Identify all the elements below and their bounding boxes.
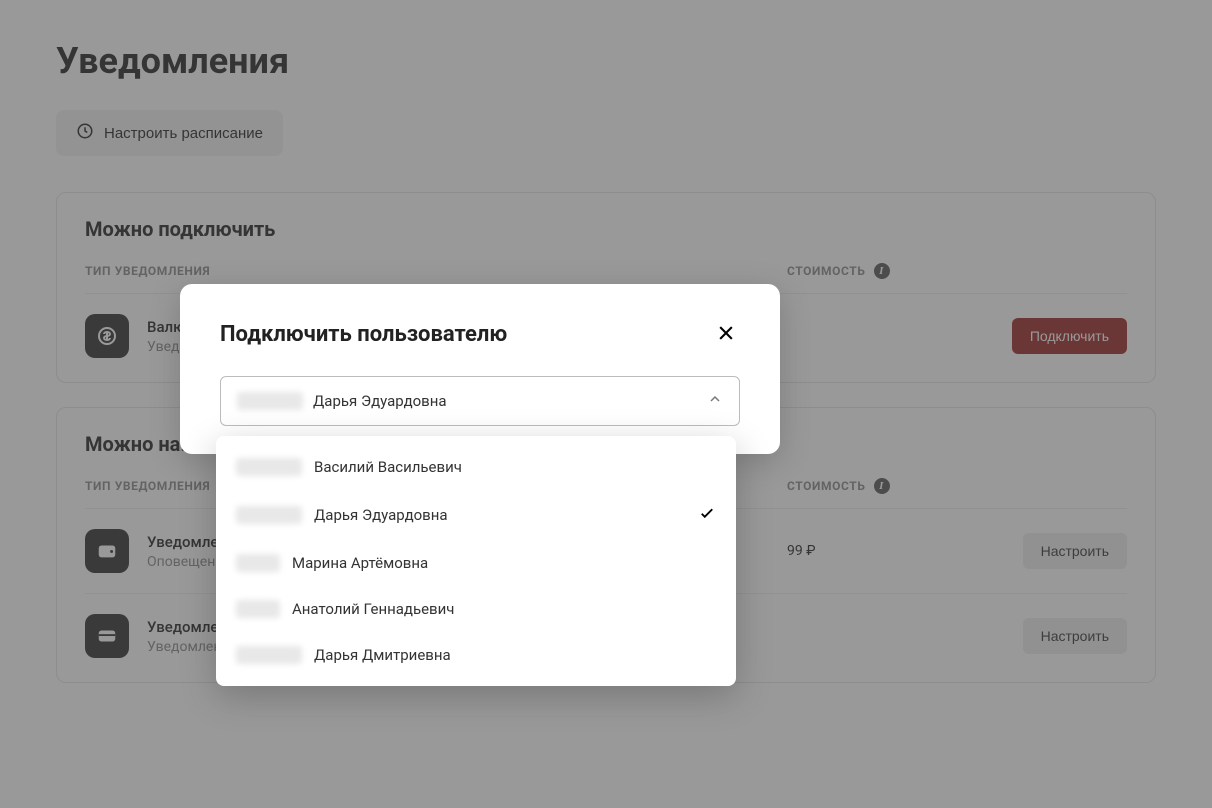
redacted-surname	[237, 392, 303, 410]
redacted-surname	[236, 600, 280, 618]
dropdown-option[interactable]: Василий Васильевич	[216, 444, 736, 490]
connect-user-modal: Подключить пользователю Дарья Эдуардовна	[180, 284, 780, 454]
dropdown-option[interactable]: Марина Артёмовна	[216, 540, 736, 586]
close-button[interactable]	[712, 320, 740, 348]
dropdown-option-label: Дарья Эдуардовна	[314, 506, 448, 524]
dropdown-option[interactable]: Дарья Дмитриевна	[216, 632, 736, 678]
dropdown-option[interactable]: Анатолий Геннадьевич	[216, 586, 736, 632]
redacted-surname	[236, 506, 302, 524]
dropdown-option-label: Марина Артёмовна	[292, 554, 428, 572]
modal-title: Подключить пользователю	[220, 322, 507, 347]
dropdown-option-label: Василий Васильевич	[314, 458, 462, 476]
chevron-up-icon	[707, 391, 723, 411]
redacted-surname	[236, 554, 280, 572]
redacted-surname	[236, 458, 302, 476]
dropdown-option-label: Анатолий Геннадьевич	[292, 600, 454, 618]
redacted-surname	[236, 646, 302, 664]
user-select-value: Дарья Эдуардовна	[313, 392, 447, 410]
dropdown-option-label: Дарья Дмитриевна	[314, 646, 451, 664]
user-select[interactable]: Дарья Эдуардовна	[220, 376, 740, 426]
user-dropdown: Василий Васильевич Дарья Эдуардовна Мари…	[216, 436, 736, 686]
check-icon	[698, 504, 716, 526]
close-icon	[716, 323, 736, 346]
dropdown-option[interactable]: Дарья Эдуардовна	[216, 490, 736, 540]
